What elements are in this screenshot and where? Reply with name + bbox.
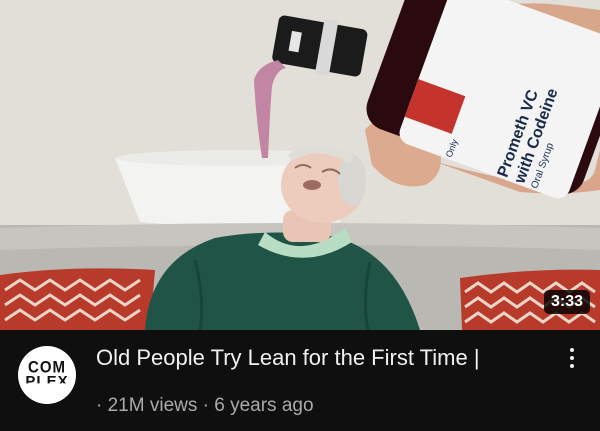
view-count: 21M views xyxy=(107,395,198,416)
video-meta: · 21M views · 6 years ago xyxy=(96,394,314,418)
video-title[interactable]: Old People Try Lean for the First Time | xyxy=(96,344,546,372)
meta-separator-leading: · xyxy=(96,395,103,416)
avatar-text-line1: COM xyxy=(28,358,66,377)
menu-dot xyxy=(570,364,574,368)
menu-dot xyxy=(570,348,574,352)
meta-separator: · xyxy=(202,395,209,416)
avatar-text-line2: PLEX xyxy=(25,373,69,390)
video-info-row: COM PLEX Old People Try Lean for the Fir… xyxy=(0,330,600,431)
menu-dot xyxy=(570,356,574,360)
upload-age: 6 years ago xyxy=(214,395,314,416)
channel-avatar[interactable]: COM PLEX xyxy=(18,346,76,404)
more-options-icon[interactable] xyxy=(562,342,582,374)
video-duration-badge: 3:33 xyxy=(543,290,590,314)
video-thumbnail[interactable]: Only Prometh VC with Codeine Oral Syrup … xyxy=(0,0,600,330)
bottle-label-only: Only xyxy=(443,137,460,159)
